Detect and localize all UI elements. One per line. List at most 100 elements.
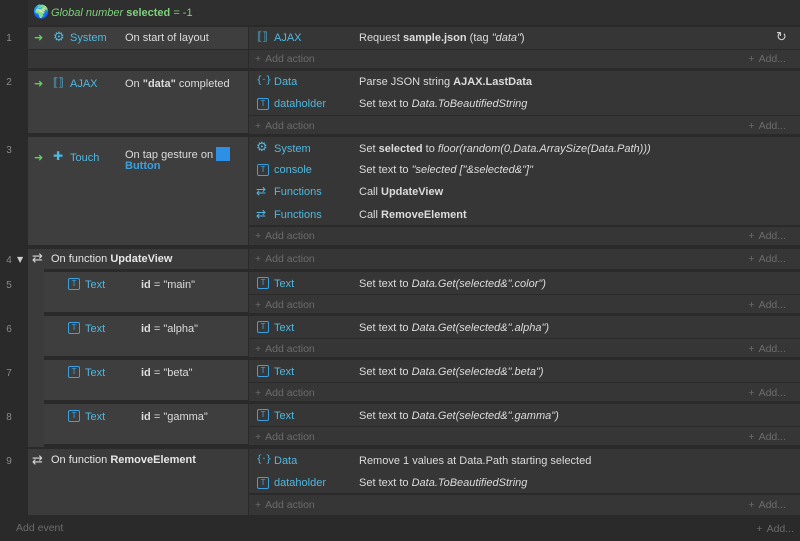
add-action-row[interactable]: + Add action + Add... (249, 495, 800, 515)
condition-text: id = "gamma" (141, 411, 208, 423)
function-icon: ⇄ (32, 453, 43, 468)
collapse-triangle-icon[interactable]: ▼ (17, 255, 23, 264)
action-text: Request sample.json (tag "data") (359, 32, 525, 44)
action-object: System (274, 143, 311, 155)
event-3-condition[interactable]: ➜ ✚ Touch On tap gesture on Button (28, 137, 248, 245)
text-object-icon: T (257, 321, 269, 333)
action-text: Set text to Data.Get(selected&".gamma") (359, 410, 559, 422)
event-8-condition[interactable]: T Text id = "gamma" (44, 404, 248, 444)
event-2-action-1[interactable]: {·} Data Parse JSON string AJAX.LastData (249, 71, 800, 93)
add-more-button[interactable]: + Add... (748, 499, 786, 511)
event-2-condition[interactable]: ➜ ⟦⟧ AJAX On "data" completed (28, 71, 248, 133)
condition-object-name: Button (125, 160, 161, 172)
event-number: 3 (6, 145, 12, 156)
trigger-arrow-icon: ➜ (34, 31, 44, 44)
event-number: 6 (6, 324, 12, 335)
system-gear-icon: ⚙ (53, 30, 65, 45)
add-more-button[interactable]: + Add... (756, 523, 794, 535)
add-more-button[interactable]: + Add... (748, 253, 786, 265)
event-3-action-2[interactable]: T console Set text to "selected ["&selec… (249, 159, 800, 181)
action-object: dataholder (274, 477, 326, 489)
event-2-action-2[interactable]: T dataholder Set text to Data.ToBeautifi… (249, 93, 800, 115)
add-action-row[interactable]: + Add action + Add... (249, 50, 800, 68)
action-object: Text (274, 322, 295, 334)
add-event-label[interactable]: Add event (16, 522, 63, 534)
condition-object: AJAX (70, 78, 98, 90)
data-json-icon: {·} (256, 454, 272, 465)
touch-icon: ✚ (53, 149, 64, 163)
action-object: Data (274, 455, 298, 467)
condition-object: Text (85, 411, 106, 423)
event-1-condition-area (28, 50, 248, 68)
function-call-icon: ⇄ (256, 207, 267, 221)
event-1-condition[interactable]: ➜ ⚙ System On start of layout (28, 27, 248, 49)
add-action-row[interactable]: + Add action + Add... (249, 295, 800, 313)
event-7-condition[interactable]: T Text id = "beta" (44, 360, 248, 400)
add-action-row[interactable]: + Add action + Add... (249, 383, 800, 401)
event-1-action[interactable]: ⟦⟧ AJAX Request sample.json (tag "data")… (249, 27, 800, 49)
action-text: Parse JSON string AJAX.LastData (359, 76, 532, 88)
condition-text: id = "alpha" (141, 323, 199, 335)
event-3-action-4[interactable]: ⇄ Functions Call RemoveElement (249, 203, 800, 225)
add-more-button[interactable]: + Add... (748, 299, 786, 311)
global-variable-text: Global number selected = -1 (51, 7, 193, 19)
function-updateview-header[interactable]: ⇄ On function UpdateView (28, 249, 248, 269)
add-more-button[interactable]: + Add... (748, 387, 786, 399)
add-more-button[interactable]: + Add... (748, 343, 786, 355)
action-object: Functions (274, 186, 322, 198)
action-object: AJAX (274, 32, 302, 44)
event-6-action[interactable]: T Text Set text to Data.Get(selected&".a… (249, 316, 800, 338)
add-action-row[interactable]: + Add action + Add... (249, 227, 800, 245)
event-7-action[interactable]: T Text Set text to Data.Get(selected&".b… (249, 360, 800, 382)
add-action-row[interactable]: + Add action + Add... (249, 427, 800, 445)
trigger-arrow-icon: ➜ (34, 77, 44, 90)
action-text: Set selected to floor(random(0,Data.Arra… (359, 143, 651, 155)
system-gear-icon: ⚙ (256, 140, 268, 155)
action-object: Text (274, 410, 295, 422)
condition-text: On tap gesture on (125, 147, 231, 161)
action-object: Text (274, 366, 295, 378)
action-object: Data (274, 76, 298, 88)
action-text: Set text to "selected ["&selected&"]" (359, 164, 533, 176)
refresh-icon[interactable]: ↻ (776, 30, 787, 45)
event-5-condition[interactable]: T Text id = "main" (44, 272, 248, 312)
event-9-action-1[interactable]: {·} Data Remove 1 values at Data.Path st… (249, 449, 800, 471)
add-more-button[interactable]: + Add... (748, 120, 786, 132)
event-3-action-1[interactable]: ⚙ System Set selected to floor(random(0,… (249, 137, 800, 159)
action-text: Set text to Data.ToBeautifiedString (359, 477, 528, 489)
text-object-icon: T (257, 365, 269, 377)
action-text: Set text to Data.Get(selected&".alpha") (359, 322, 550, 334)
condition-object: Text (85, 367, 106, 379)
action-object: Text (274, 278, 295, 290)
action-object: dataholder (274, 98, 326, 110)
add-action-row[interactable]: + Add action + Add... (249, 116, 800, 134)
text-object-icon: T (257, 409, 269, 421)
add-action-row[interactable]: + Add action + Add... (249, 339, 800, 357)
event-number: 9 (6, 456, 12, 467)
event-3-action-3[interactable]: ⇄ Functions Call UpdateView (249, 181, 800, 203)
add-more-button[interactable]: + Add... (748, 53, 786, 65)
event-9-action-2[interactable]: T dataholder Set text to Data.ToBeautifi… (249, 471, 800, 493)
event-6-condition[interactable]: T Text id = "alpha" (44, 316, 248, 356)
add-action-row[interactable]: + Add action + Add... (249, 249, 800, 269)
function-removeelement-header[interactable]: ⇄ On function RemoveElement (28, 449, 248, 515)
condition-object: Text (85, 279, 106, 291)
add-event-row[interactable]: Add event + Add... (0, 518, 800, 541)
action-object: console (274, 164, 312, 176)
add-more-button[interactable]: + Add... (748, 230, 786, 242)
condition-text: id = "main" (141, 279, 195, 291)
text-object-icon: T (257, 164, 269, 176)
text-object-icon: T (68, 366, 80, 378)
global-variable-row[interactable]: 🌍 Global number selected = -1 (28, 0, 800, 25)
event-5-action[interactable]: T Text Set text to Data.Get(selected&".c… (249, 272, 800, 294)
function-call-icon: ⇄ (256, 184, 267, 198)
event-8-action[interactable]: T Text Set text to Data.Get(selected&".g… (249, 404, 800, 426)
action-text: Set text to Data.Get(selected&".color") (359, 278, 546, 290)
text-object-icon: T (68, 322, 80, 334)
action-text: Call UpdateView (359, 186, 444, 198)
event-number: 4 (6, 255, 12, 266)
add-more-button[interactable]: + Add... (748, 431, 786, 443)
text-object-icon: T (257, 277, 269, 289)
condition-text: On start of layout (125, 32, 209, 44)
condition-text: id = "beta" (141, 367, 193, 379)
